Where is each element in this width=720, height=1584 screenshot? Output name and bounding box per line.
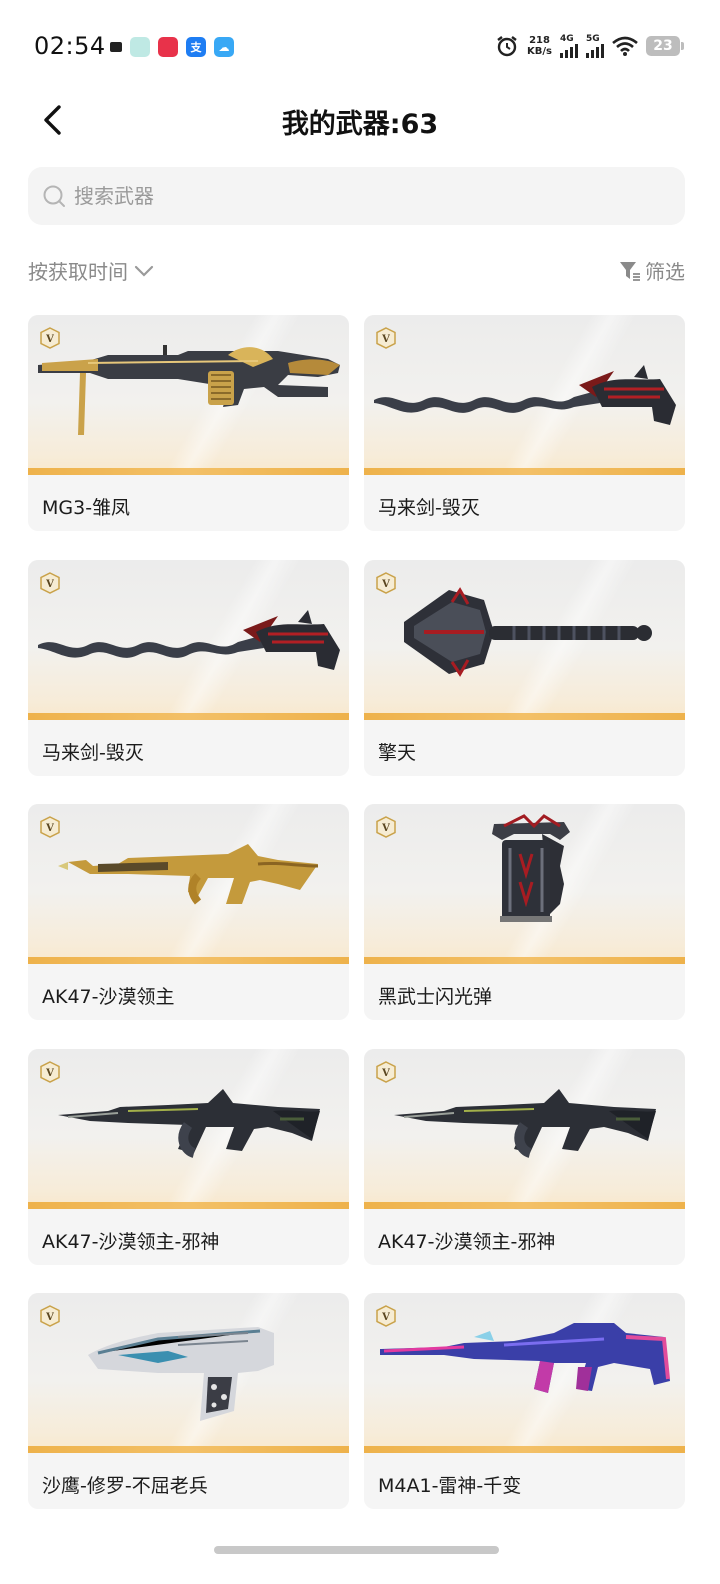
weapon-card[interactable]: V 沙鹰-修罗-不屈老兵 — [28, 1293, 349, 1509]
signal-4g-label: 4G — [560, 34, 574, 44]
alarm-icon — [497, 36, 517, 57]
network-speed-unit: KB/s — [527, 46, 552, 57]
battery-icon: 23 — [646, 36, 684, 56]
list-toolbar: 按获取时间 筛选 — [28, 254, 685, 286]
weapon-name: AK47-沙漠领主 — [42, 986, 175, 1008]
weapon-card[interactable]: V AK47-沙漠领主-邪神 — [28, 1049, 349, 1265]
weapon-m4-neon-icon — [380, 1323, 670, 1393]
weapon-card[interactable]: V 马来剑-毁灭 — [364, 315, 685, 531]
alipay-icon: 支 — [186, 37, 206, 57]
weapon-kris-icon — [374, 365, 676, 425]
signal-bars-icon — [560, 44, 578, 58]
weapon-image: V — [28, 315, 349, 475]
weapon-card[interactable]: V AK47-沙漠领主-邪神 — [364, 1049, 685, 1265]
weapon-kris-icon — [38, 610, 340, 670]
network-speed-value: 218 — [529, 35, 550, 46]
weapon-grenade-icon — [492, 814, 570, 922]
shopping-app-icon — [158, 37, 178, 57]
weapon-image: V — [364, 804, 685, 964]
rarity-stripe — [364, 957, 685, 964]
page-title: 我的武器:63 — [281, 109, 439, 140]
rarity-stripe — [364, 1202, 685, 1209]
weapon-image: V — [28, 1049, 349, 1209]
search-input[interactable] — [74, 184, 634, 208]
signal-4g: 4G — [560, 34, 578, 58]
home-indicator[interactable] — [214, 1546, 499, 1554]
filter-label: 筛选 — [645, 260, 685, 284]
weapon-image: V — [364, 1293, 685, 1453]
weapon-name: MG3-雏凤 — [42, 497, 131, 519]
rarity-stripe — [28, 468, 349, 475]
rarity-stripe — [28, 1446, 349, 1453]
weapon-image: V — [364, 560, 685, 720]
chevron-down-icon — [134, 265, 154, 277]
weapon-card[interactable]: V AK47-沙漠领主 — [28, 804, 349, 1020]
weapon-image: V — [28, 560, 349, 720]
weapon-name: 擎天 — [378, 742, 417, 764]
weapon-name: M4A1-雷神-千变 — [378, 1475, 522, 1497]
search-icon — [43, 185, 65, 207]
page-header: 我的武器:63 — [0, 96, 720, 144]
sort-label: 按获取时间 — [28, 260, 128, 284]
weapon-card[interactable]: V 擎天 — [364, 560, 685, 776]
rarity-stripe — [28, 1202, 349, 1209]
weapon-image: V — [28, 804, 349, 964]
signal-bars-icon — [586, 44, 604, 58]
filter-button[interactable]: 筛选 — [619, 256, 685, 285]
battery-level: 23 — [653, 38, 673, 54]
weapon-ak-dark-icon — [58, 1089, 320, 1158]
wifi-icon — [612, 36, 638, 56]
mail-notification-icon — [110, 42, 122, 52]
weapon-shovel-icon — [404, 587, 652, 677]
status-time: 02:54 — [34, 32, 106, 60]
search-bar[interactable] — [28, 167, 685, 225]
weapon-machinegun-gold-icon — [38, 345, 340, 435]
status-bar: 02:54 支 ☁ 218 KB/s 4G 5G 23 — [0, 0, 720, 96]
weapon-name: 黑武士闪光弹 — [378, 986, 493, 1008]
rarity-stripe — [364, 468, 685, 475]
weapon-image: V — [364, 1049, 685, 1209]
rarity-stripe — [364, 713, 685, 720]
weapon-name: AK47-沙漠领主-邪神 — [42, 1231, 220, 1253]
network-speed: 218 KB/s — [527, 35, 552, 57]
rarity-stripe — [28, 713, 349, 720]
signal-5g: 5G — [586, 34, 604, 58]
weapon-name: 马来剑-毁灭 — [378, 497, 480, 519]
weapon-card[interactable]: V 黑武士闪光弹 — [364, 804, 685, 1020]
status-indicators: 218 KB/s 4G 5G 23 — [495, 34, 684, 58]
rarity-stripe — [28, 957, 349, 964]
weapon-ak-gold-icon — [58, 844, 319, 905]
filter-icon — [620, 261, 640, 281]
notification-icons: 支 ☁ — [110, 37, 234, 57]
weapon-image: V — [28, 1293, 349, 1453]
weapon-name: 沙鹰-修罗-不屈老兵 — [42, 1475, 208, 1497]
sort-dropdown[interactable]: 按获取时间 — [28, 256, 154, 285]
weapon-deagle-icon — [88, 1327, 274, 1421]
weapon-image: V — [364, 315, 685, 475]
cloud-icon: ☁ — [214, 37, 234, 57]
weapon-card[interactable]: V M4A1-雷神-千变 — [364, 1293, 685, 1509]
app-notification-icon — [130, 37, 150, 57]
weapon-card[interactable]: V 马来剑-毁灭 — [28, 560, 349, 776]
weapon-card[interactable]: V MG3-雏凤 — [28, 315, 349, 531]
signal-5g-label: 5G — [586, 34, 600, 44]
weapon-name: 马来剑-毁灭 — [42, 742, 144, 764]
rarity-stripe — [364, 1446, 685, 1453]
weapon-ak-dark-icon — [394, 1089, 656, 1158]
weapon-name: AK47-沙漠领主-邪神 — [378, 1231, 556, 1253]
